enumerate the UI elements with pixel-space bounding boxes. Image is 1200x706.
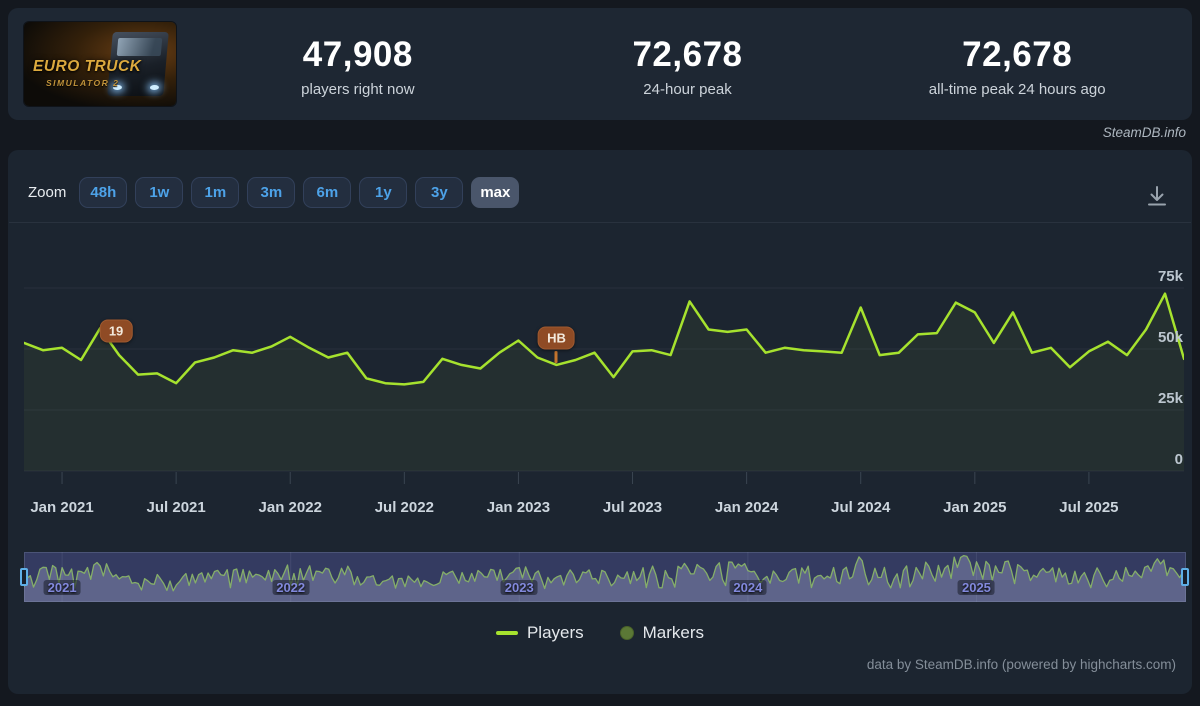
ytick-25k: 25k <box>1158 390 1183 408</box>
game-banner: EURO TRUCK SIMULATOR 2 <box>24 22 176 106</box>
ytick-50k: 50k <box>1158 329 1183 347</box>
stat-24h-peak: 72,678 24-hour peak <box>523 8 853 120</box>
navigator-right-handle[interactable] <box>1181 568 1189 586</box>
xtick-Jul-2022: Jul 2022 <box>375 499 434 516</box>
ytick-75k: 75k <box>1158 268 1183 286</box>
navigator-year-2025: 2025 <box>958 580 995 595</box>
navigator-strip[interactable] <box>24 552 1186 602</box>
navigator-selection-mask[interactable] <box>24 552 1186 602</box>
players-area-fill <box>24 294 1184 471</box>
legend-line-swatch-icon <box>496 631 518 635</box>
download-chart-button[interactable] <box>1142 182 1172 212</box>
navigator-year-2024: 2024 <box>729 580 766 595</box>
toolbar-divider <box>9 222 1191 223</box>
event-marker-stem <box>555 351 558 363</box>
zoom-label: Zoom <box>28 184 66 201</box>
range-button-1w[interactable]: 1w <box>135 177 183 208</box>
range-button-48h[interactable]: 48h <box>79 177 127 208</box>
players-chart <box>24 236 1184 486</box>
ytick-0: 0 <box>1175 451 1183 469</box>
navigator-year-2022: 2022 <box>272 580 309 595</box>
xtick-Jul-2024: Jul 2024 <box>831 499 890 516</box>
xtick-Jul-2023: Jul 2023 <box>603 499 662 516</box>
current-players-value: 47,908 <box>303 35 413 75</box>
legend-item-players[interactable]: Players <box>496 623 584 643</box>
xtick-Jan-2023: Jan 2023 <box>487 499 550 516</box>
chart-legend: Players Markers <box>0 623 1200 643</box>
range-button-3m[interactable]: 3m <box>247 177 295 208</box>
headlight-right <box>150 85 159 90</box>
game-banner-title: EURO TRUCK <box>33 58 141 76</box>
legend-label-players: Players <box>527 623 584 643</box>
stat-current-players: 47,908 players right now <box>193 8 523 120</box>
xtick-Jul-2021: Jul 2021 <box>147 499 206 516</box>
download-icon <box>1144 183 1170 209</box>
event-marker-HB[interactable]: HB <box>538 326 575 349</box>
range-buttons: 48h 1w 1m 3m 6m 1y 3y max <box>79 177 519 208</box>
peak-24h-value: 72,678 <box>632 35 742 75</box>
legend-label-markers: Markers <box>643 623 704 643</box>
game-banner-subtitle: SIMULATOR 2 <box>46 78 119 88</box>
xtick-Jan-2025: Jan 2025 <box>943 499 1006 516</box>
legend-item-markers[interactable]: Markers <box>620 623 704 643</box>
stats-row: 47,908 players right now 72,678 24-hour … <box>193 8 1182 120</box>
legend-circle-swatch-icon <box>620 626 634 640</box>
stat-alltime-peak: 72,678 all-time peak 24 hours ago <box>852 8 1182 120</box>
xtick-Jan-2022: Jan 2022 <box>259 499 322 516</box>
navigator-left-handle[interactable] <box>20 568 28 586</box>
xtick-Jul-2025: Jul 2025 <box>1059 499 1118 516</box>
range-button-3y[interactable]: 3y <box>415 177 463 208</box>
alltime-peak-label: all-time peak 24 hours ago <box>929 81 1106 98</box>
range-button-6m[interactable]: 6m <box>303 177 351 208</box>
navigator-year-2023: 2023 <box>501 580 538 595</box>
alltime-peak-value: 72,678 <box>962 35 1072 75</box>
chart-credits: data by SteamDB.info (powered by highcha… <box>867 657 1176 672</box>
xtick-Jan-2024: Jan 2024 <box>715 499 778 516</box>
range-button-max[interactable]: max <box>471 177 519 208</box>
range-button-1y[interactable]: 1y <box>359 177 407 208</box>
event-marker-19[interactable]: 19 <box>100 320 132 343</box>
current-players-label: players right now <box>301 81 414 98</box>
range-button-1m[interactable]: 1m <box>191 177 239 208</box>
page: { "header": { "banner": { "line1": "EURO… <box>0 0 1200 706</box>
peak-24h-label: 24-hour peak <box>643 81 731 98</box>
xtick-Jan-2021: Jan 2021 <box>30 499 93 516</box>
navigator-year-2021: 2021 <box>44 580 81 595</box>
header-stats-panel: EURO TRUCK SIMULATOR 2 47,908 players ri… <box>8 8 1192 120</box>
zoom-toolbar: Zoom 48h 1w 1m 3m 6m 1y 3y max <box>28 177 519 208</box>
steamdb-watermark: SteamDB.info <box>1103 125 1186 140</box>
